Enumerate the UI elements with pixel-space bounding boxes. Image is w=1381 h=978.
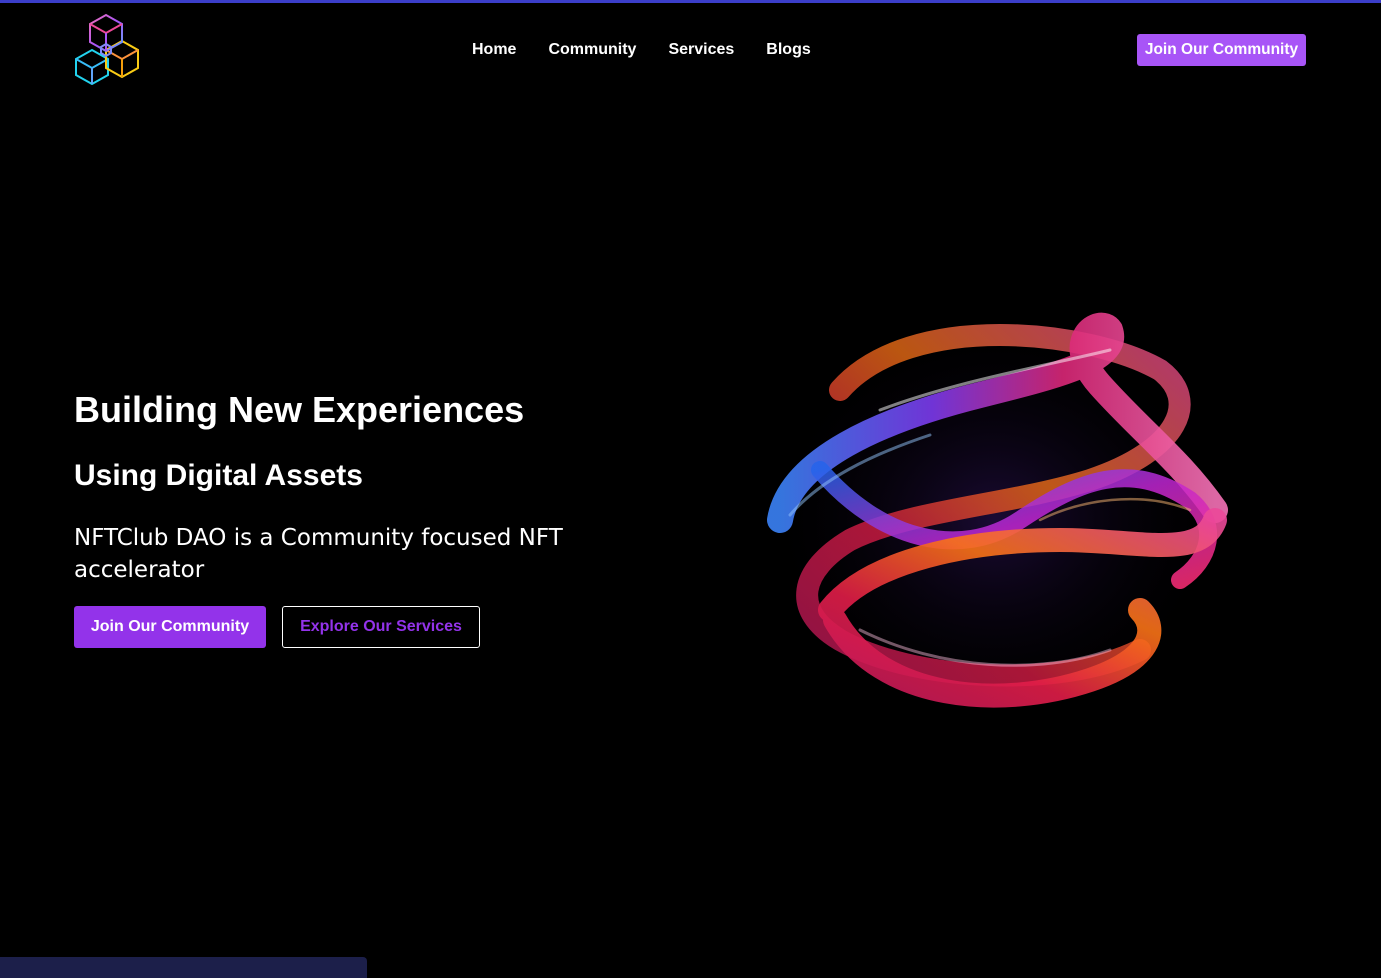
join-community-button[interactable]: Join Our Community <box>74 606 266 648</box>
nav-community-link[interactable]: Community <box>548 41 636 59</box>
page: Home Community Services Blogs Join Our C… <box>0 0 1381 978</box>
twisted-glass-helix-image <box>765 312 1228 720</box>
header-join-community-button[interactable]: Join Our Community <box>1137 34 1306 66</box>
bottom-status-bar <box>0 957 367 978</box>
hero-title: Building New Experiences <box>74 389 525 430</box>
top-accent-line <box>0 0 1381 3</box>
nav-home-link[interactable]: Home <box>472 41 516 59</box>
site-logo-icon[interactable] <box>72 13 142 85</box>
hero-description: NFTClub DAO is a Community focused NFT a… <box>74 525 563 583</box>
nav-blogs-link[interactable]: Blogs <box>766 41 810 59</box>
nav-services-link[interactable]: Services <box>668 41 734 59</box>
main-nav: Home Community Services Blogs <box>472 40 811 60</box>
hero-subtitle: Using Digital Assets <box>74 459 363 492</box>
explore-services-button[interactable]: Explore Our Services <box>282 606 480 648</box>
